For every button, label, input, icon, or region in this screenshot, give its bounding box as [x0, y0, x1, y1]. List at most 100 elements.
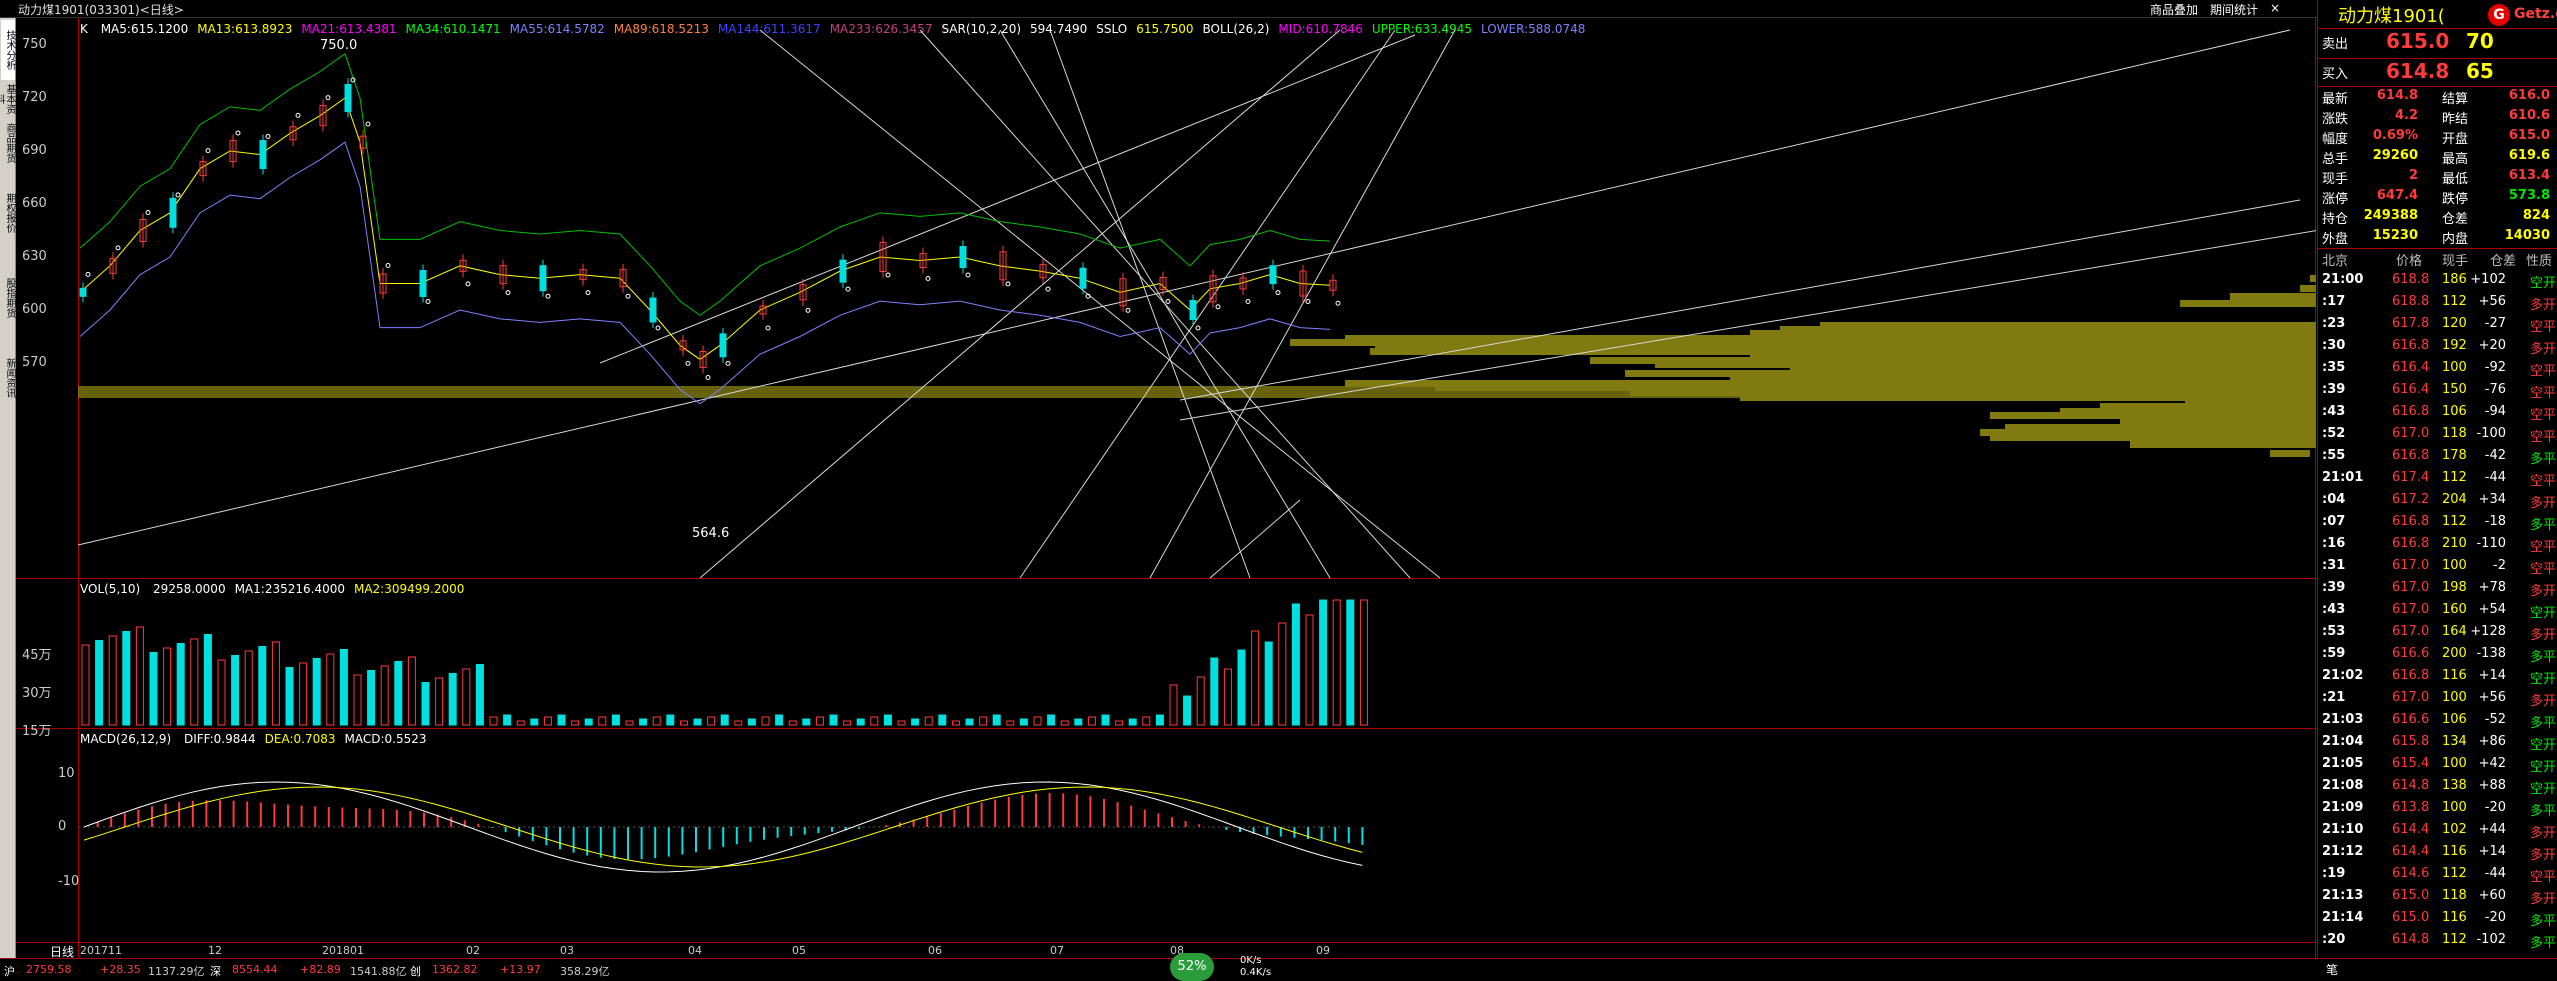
volume-bar: [911, 718, 920, 726]
tick-row: :59 616.6 200 -138 多平: [2318, 646, 2557, 668]
candle-body: [419, 270, 427, 297]
tick-volume: 100: [2442, 756, 2467, 771]
tick-row: :43 617.0 160 +54 空开: [2318, 602, 2557, 624]
tick-price: 618.8: [2392, 272, 2430, 287]
sar-dot: [1335, 300, 1341, 306]
volume-bar: [1101, 714, 1110, 726]
tick-oi-change: -100: [2476, 426, 2506, 441]
volume-bar: [271, 641, 280, 726]
tick-time: 21:08: [2322, 778, 2364, 793]
x-tick: 02: [466, 944, 480, 957]
volume-bar: [652, 716, 661, 726]
tick-price: 617.0: [2392, 580, 2430, 595]
ask-label: 卖出: [2322, 37, 2349, 52]
tick-oi-change: -27: [2484, 316, 2506, 331]
tick-price: 615.0: [2392, 910, 2430, 925]
brand-text: Getz.com: [2514, 6, 2557, 22]
candle-body: [169, 197, 177, 228]
tick-volume: 138: [2442, 778, 2467, 793]
stat-value: 14030: [2504, 228, 2550, 243]
tick-row: 21:01 617.4 112 -44 空平: [2318, 470, 2557, 492]
tick-type: 空平: [2529, 320, 2556, 335]
tick-oi-change: +88: [2478, 778, 2506, 793]
volume-profile-bar: [2120, 419, 2316, 426]
tick-oi-change: +86: [2478, 734, 2506, 749]
status-item: 创: [410, 965, 421, 978]
tick-type: 空开: [2529, 606, 2556, 621]
tick-row: :17 618.8 112 +56 多开: [2318, 294, 2557, 316]
tick-volume: 178: [2442, 448, 2467, 463]
sar-dot: [175, 192, 181, 198]
tick-row: 21:13 615.0 118 +60 多开: [2318, 888, 2557, 910]
volume-bar: [843, 720, 852, 726]
net-down: 0.4K/s: [1240, 967, 1272, 978]
macd-indicator: MACD:0.5523: [344, 732, 427, 746]
tick-oi-change: -92: [2484, 360, 2506, 375]
tick-type: 多开: [2529, 826, 2556, 841]
x-axis: 日线 201711 12 201801 02 03 04 05 06 07 08 09: [16, 942, 2316, 959]
volume-bar: [707, 716, 716, 726]
candle-body: [539, 265, 547, 292]
sar-dot: [705, 374, 711, 380]
sar-dot: [965, 272, 971, 278]
tick-volume: 150: [2442, 382, 2467, 397]
volume-bar: [693, 718, 702, 726]
contract-title: 动力煤1901(: [2338, 6, 2445, 27]
volume-bar: [326, 653, 335, 726]
volume-bar: [679, 720, 688, 726]
tick-oi-change: +42: [2478, 756, 2506, 771]
stat-row: 幅度 0.69% 开盘 615.0: [2318, 128, 2557, 148]
tick-time: 21:14: [2322, 910, 2364, 925]
macd-label: MACD(26,12,9): [80, 732, 172, 746]
stat-label: 外盘: [2322, 232, 2349, 247]
volume-bar: [1278, 622, 1287, 726]
stat-label: 结算: [2442, 92, 2469, 107]
stat-value: 15230: [2372, 228, 2418, 243]
x-tick: 07: [1050, 944, 1064, 957]
tab-bi[interactable]: 笔: [2326, 961, 2338, 978]
vol-label: VOL(5,10): [80, 582, 141, 596]
volume-bar: [475, 664, 484, 726]
sar-dot: [365, 121, 371, 127]
tick-time: :59: [2322, 646, 2346, 661]
sar-dot: [725, 360, 731, 366]
sar-dot: [1195, 325, 1201, 331]
vol-indicator: MA2:309499.2000: [353, 582, 465, 596]
volume-bar: [720, 714, 729, 726]
sar-dot: [625, 293, 631, 299]
x-tick: 06: [928, 944, 942, 957]
x-tick: 201711: [80, 944, 122, 957]
stat-label: 幅度: [2322, 132, 2349, 147]
tick-oi-change: -18: [2484, 514, 2506, 529]
volume-bar: [421, 682, 430, 726]
macd-y-tick: -10: [58, 874, 80, 889]
tick-time: :04: [2322, 492, 2346, 507]
ticks-header-type: 性质: [2526, 254, 2553, 269]
volume-bar: [1169, 684, 1178, 726]
sar-dot: [1125, 307, 1131, 313]
sar-dot: [425, 299, 431, 304]
tick-oi-change: -138: [2476, 646, 2506, 661]
sar-dot: [265, 134, 271, 140]
macd-indicator: DEA:0.7083: [264, 732, 336, 746]
volume-bar: [435, 677, 444, 726]
sar-dot: [1165, 299, 1171, 304]
stat-label: 涨停: [2322, 192, 2349, 207]
tick-price: 616.8: [2392, 536, 2430, 551]
tick-row: :43 616.8 106 -94 空平: [2318, 404, 2557, 426]
volume-bar: [190, 638, 199, 726]
x-tick: 03: [560, 944, 574, 957]
status-item: +28.35: [100, 963, 141, 976]
volume-bar: [611, 714, 620, 726]
tick-type: 多平: [2529, 716, 2556, 731]
tick-row: :39 617.0 198 +78 多开: [2318, 580, 2557, 602]
volume-bar: [299, 662, 308, 726]
tick-volume: 100: [2442, 690, 2467, 705]
tick-volume: 160: [2442, 602, 2467, 617]
status-item: 沪: [4, 965, 15, 978]
stat-value: 616.0: [2508, 88, 2550, 103]
volume-bar: [1196, 676, 1205, 726]
tick-type: 多平: [2529, 804, 2556, 819]
candle-body: [959, 246, 967, 268]
tick-oi-change: +128: [2470, 624, 2506, 639]
